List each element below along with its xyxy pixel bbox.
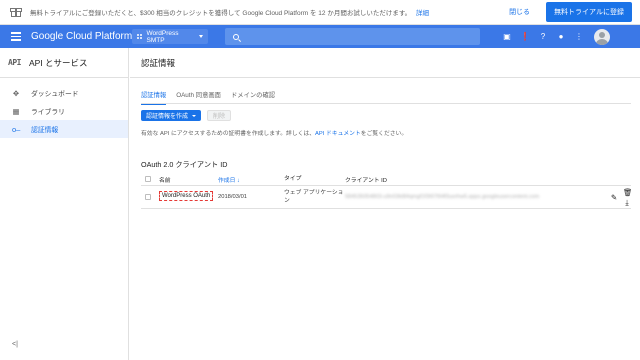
project-selector[interactable]: WordPress SMTP	[132, 29, 208, 44]
table-header: 名前 作成日 ↓ タイプ クライアント ID	[141, 173, 631, 186]
dashboard-icon: ✥	[12, 88, 20, 98]
create-credentials-label: 認証情報を作成	[146, 114, 189, 120]
table-row: WordPress OAuth 2018/03/01 ウェブ アプリケーション …	[141, 186, 633, 209]
edit-icon[interactable]: ✎	[610, 193, 618, 202]
alert-icon[interactable]: ❗	[516, 28, 534, 46]
description-prefix: 有効な API にアクセスするための証明書を作成します。詳しくは、	[141, 131, 316, 137]
sidebar-nav: ✥ ダッシュボード ▦ ライブラリ o– 認証情報	[0, 78, 128, 138]
banner-message: 無料トライアルにご登録いただくと、$300 相当のクレジットを獲得して Goog…	[30, 7, 509, 17]
select-all-checkbox[interactable]	[145, 176, 151, 182]
client-type: ウェブ アプリケーション	[284, 189, 344, 204]
hamburger-menu-icon[interactable]	[11, 32, 21, 41]
banner-text: 無料トライアルにご登録いただくと、$300 相当のクレジットを獲得して Goog…	[30, 10, 412, 17]
download-icon[interactable]: ⤓	[623, 198, 631, 208]
search-bar[interactable]	[225, 28, 480, 45]
row-checkbox[interactable]	[145, 194, 151, 200]
column-header-type[interactable]: タイプ	[284, 175, 345, 183]
search-icon	[233, 33, 239, 40]
sidebar-header: API API とサービス	[0, 48, 128, 78]
action-bar: 認証情報を作成 削除	[141, 110, 232, 121]
sidebar-item-label: 認証情報	[31, 127, 59, 134]
api-logo-icon: API	[8, 58, 21, 67]
help-icon[interactable]: ?	[534, 28, 552, 46]
free-trial-button[interactable]: 無料トライアルに登録	[546, 2, 632, 22]
account-avatar[interactable]	[594, 28, 610, 45]
collapse-sidebar-icon[interactable]: <|	[12, 341, 18, 348]
sidebar-item-label: ライブラリ	[31, 109, 65, 116]
page-title: 認証情報	[130, 48, 640, 78]
banner-close-button[interactable]: 閉じる	[509, 7, 530, 17]
sidebar-item-dashboard[interactable]: ✥ ダッシュボード	[0, 84, 128, 102]
sidebar-item-credentials[interactable]: o– 認証情報	[0, 120, 128, 138]
notifications-icon[interactable]: ●	[552, 28, 570, 46]
cloud-shell-icon[interactable]: ▣	[498, 28, 516, 46]
api-docs-link[interactable]: API ドキュメント	[315, 131, 361, 137]
client-name-link[interactable]: WordPress OAuth	[159, 191, 213, 201]
client-created-date: 2018/03/01	[218, 194, 248, 200]
sort-arrow-icon: ↓	[237, 177, 240, 184]
description-text: 有効な API にアクセスするための証明書を作成します。詳しくは、API ドキュ…	[141, 128, 407, 137]
client-id-value: 584535054803-u9n03kt84qmgf1f3t97t94f3uor…	[345, 194, 540, 200]
more-icon[interactable]: ⋮	[570, 28, 588, 46]
description-suffix: をご覧ください。	[360, 131, 408, 137]
brand-title[interactable]: Google Cloud Platform	[31, 31, 132, 42]
main-content: 認証情報 認証情報 OAuth 同意画面 ドメインの確認 認証情報を作成 削除 …	[130, 48, 640, 360]
trial-banner: 無料トライアルにご登録いただくと、$300 相当のクレジットを獲得して Goog…	[0, 0, 640, 25]
row-actions: ✎ 🗑 ⤓	[610, 186, 633, 209]
key-icon: o–	[12, 124, 21, 134]
delete-icon[interactable]: 🗑	[623, 188, 633, 197]
sidebar-item-library[interactable]: ▦ ライブラリ	[0, 102, 128, 120]
sidebar-title: API とサービス	[28, 57, 88, 68]
project-name: WordPress SMTP	[146, 29, 179, 44]
column-header-client-id[interactable]: クライアント ID	[345, 175, 631, 184]
oauth-clients-table: 名前 作成日 ↓ タイプ クライアント ID WordPress OAuth 2…	[141, 173, 633, 209]
tab-divider	[141, 103, 631, 104]
chevron-down-icon	[199, 35, 203, 38]
column-header-name[interactable]: 名前	[155, 175, 218, 184]
top-bar: Google Cloud Platform WordPress SMTP ▣ ❗…	[0, 25, 640, 48]
library-icon: ▦	[12, 106, 20, 116]
sidebar: API API とサービス ✥ ダッシュボード ▦ ライブラリ o– 認証情報 …	[0, 48, 129, 360]
created-sort-label: 作成日	[218, 177, 236, 184]
oauth-section-title: OAuth 2.0 クライアント ID	[141, 160, 228, 169]
create-credentials-button[interactable]: 認証情報を作成	[141, 110, 202, 121]
chevron-down-icon	[192, 114, 197, 117]
project-dots-icon	[137, 33, 143, 40]
banner-details-link[interactable]: 詳細	[416, 10, 429, 17]
column-header-created[interactable]: 作成日 ↓	[218, 175, 284, 184]
delete-button[interactable]: 削除	[207, 110, 232, 121]
sidebar-item-label: ダッシュボード	[31, 91, 79, 98]
top-icon-group: ▣ ❗ ? ● ⋮	[498, 28, 610, 46]
gift-icon	[10, 6, 22, 18]
